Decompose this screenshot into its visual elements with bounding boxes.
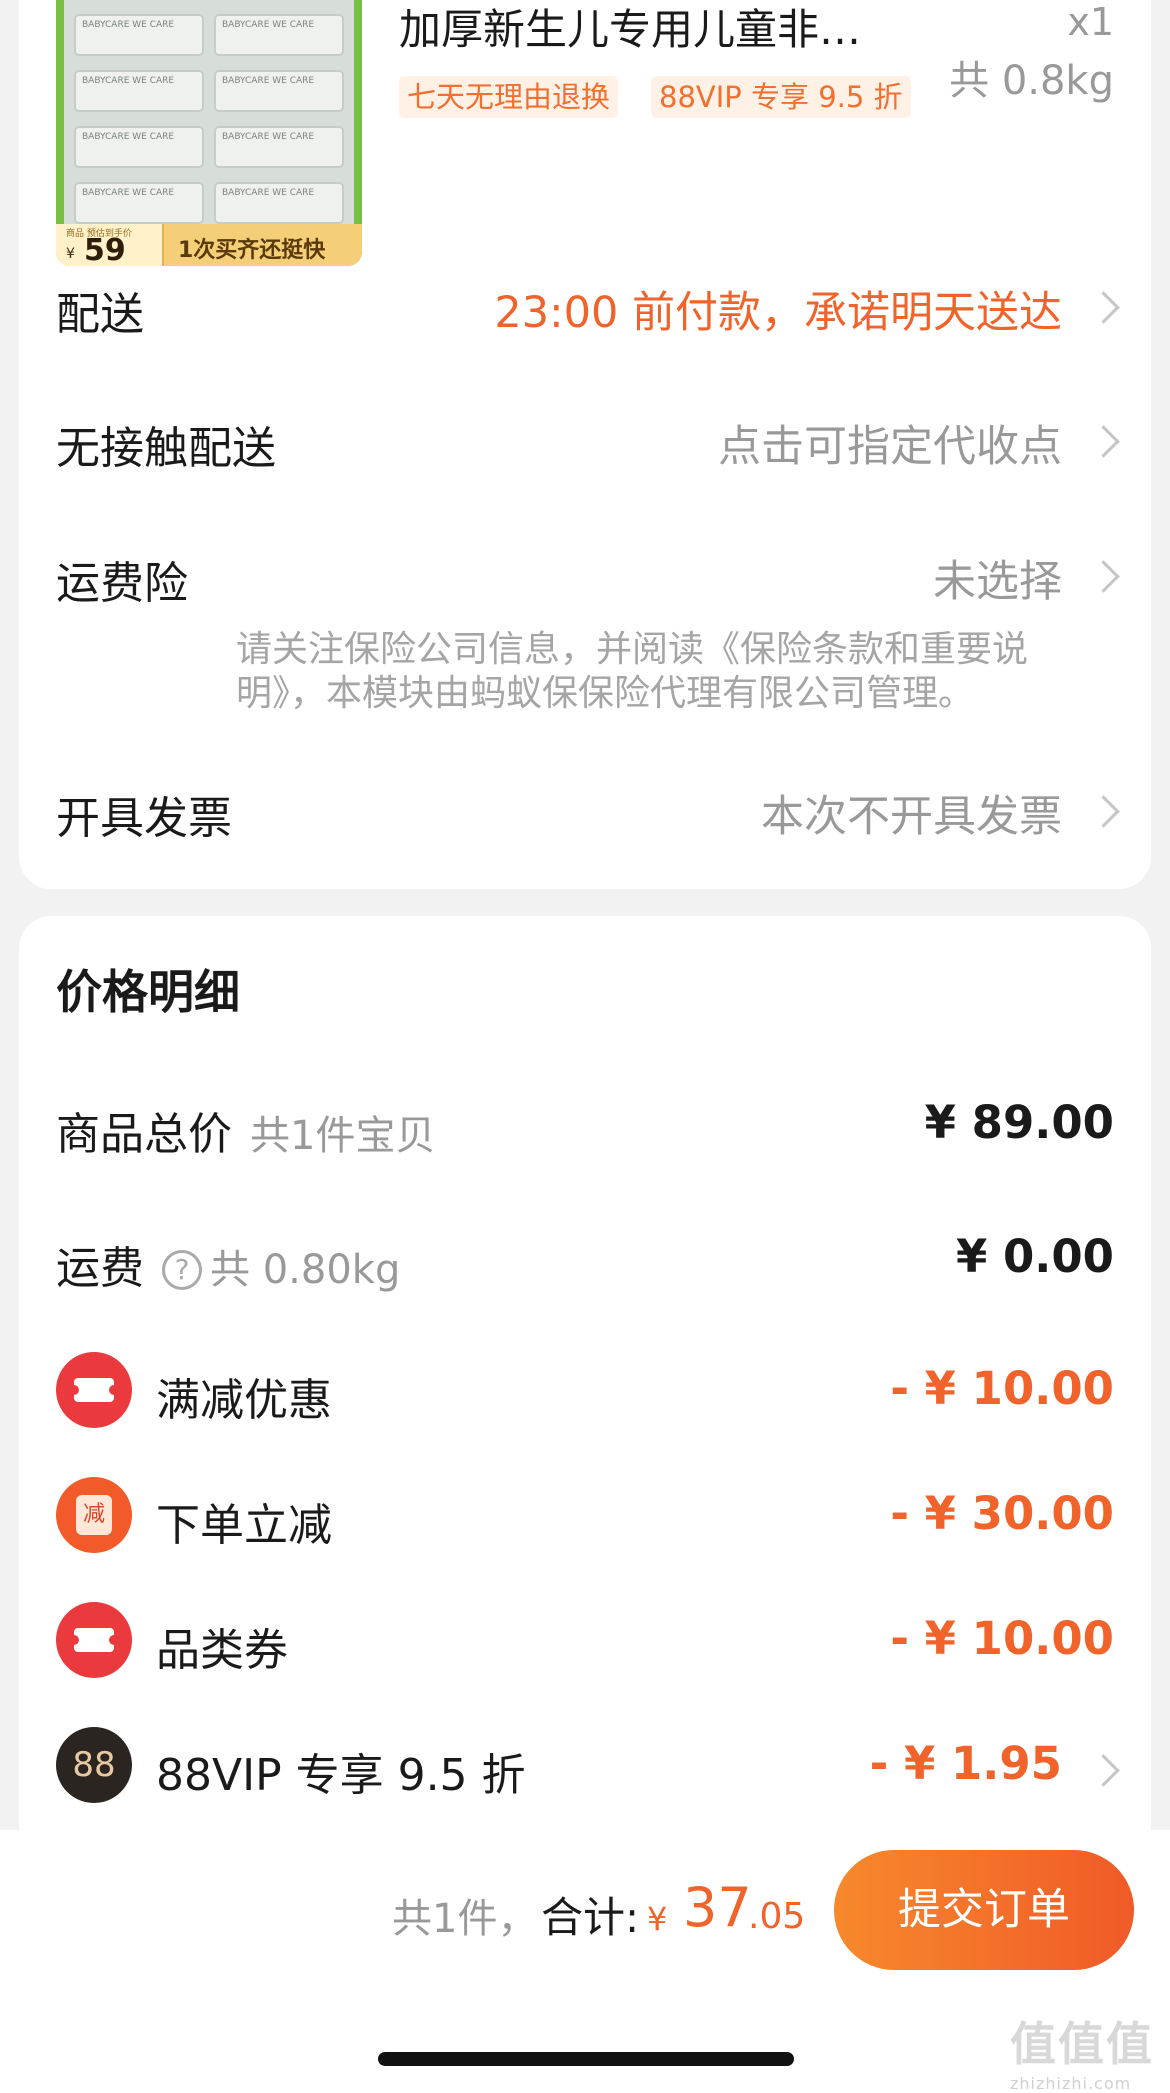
diaper-pack: BABYCARE WE CARE — [74, 126, 204, 168]
invoice-value: 本次不开具发票 — [761, 792, 1062, 842]
help-icon[interactable]: ? — [162, 1250, 202, 1290]
price-detail-card: 价格明细 商品总价 共1件宝贝 ¥ 89.00 运费? 共 0.80kg ¥ 0.0… — [19, 916, 1151, 1916]
diaper-pack: BABYCARE WE CARE — [214, 126, 344, 168]
item-count: 共1件， — [392, 1896, 538, 1942]
price-detail-title: 价格明细 — [56, 965, 240, 1019]
chevron-right-icon — [1092, 288, 1114, 328]
product-weight: 共 0.8kg — [949, 58, 1114, 104]
delivery-row[interactable]: 配送 23:00 前付款，承诺明天送达 — [56, 278, 1114, 340]
88vip-icon-text: 88 — [72, 1745, 116, 1785]
chevron-right-icon — [1092, 557, 1114, 597]
goods-total-label: 商品总价 共1件宝贝 — [56, 1098, 435, 1162]
discount-amount: - ¥ 30.00 — [890, 1487, 1114, 1540]
insurance-note: 请关注保险公司信息，并阅读《保险条款和重要说明》，本模块由蚂蚁保保险代理有限公司… — [236, 629, 1029, 714]
total-currency: ¥ — [647, 1900, 668, 1938]
checkout-bar: 共1件， 合计: ¥ 37 .05 提交订单 值值值 zhizhizhi.com — [0, 1830, 1170, 2093]
discount-label: 88VIP 专享 9.5 折 — [156, 1750, 526, 1801]
shipping-insurance-value: 未选择 — [933, 557, 1062, 607]
submit-order-button[interactable]: 提交订单 — [834, 1850, 1134, 1970]
discount-row: 满减优惠 - ¥ 10.00 — [56, 1352, 1114, 1432]
diaper-pack: BABYCARE WE CARE — [214, 14, 344, 56]
discount-row: 品类券 - ¥ 10.00 — [56, 1602, 1114, 1682]
diaper-pack: BABYCARE WE CARE — [214, 182, 344, 224]
discount-label: 品类券 — [156, 1625, 288, 1676]
invoice-label: 开具发票 — [56, 793, 232, 844]
watermark-logo: 值值值 — [1010, 2017, 1154, 2071]
watermark-url: zhizhizhi.com — [1010, 2074, 1132, 2093]
total-amount-decimal: .05 — [748, 1896, 806, 1937]
ticket-icon — [56, 1352, 132, 1428]
shipping-fee-row: 运费? 共 0.80kg ¥ 0.00 — [56, 1220, 1114, 1300]
discount-amount: - ¥ 10.00 — [890, 1612, 1114, 1665]
shipping-fee-amount: ¥ 0.00 — [955, 1230, 1114, 1283]
contactless-delivery-value: 点击可指定代收点 — [718, 422, 1062, 472]
image-price-yen: ¥ — [66, 246, 75, 262]
discount-label: 下单立减 — [156, 1500, 332, 1551]
contactless-delivery-row[interactable]: 无接触配送 点击可指定代收点 — [56, 412, 1114, 474]
diaper-pack: BABYCARE WE CARE — [74, 14, 204, 56]
product-packs: BABYCARE WE CARE BABYCARE WE CARE BABYCA… — [64, 0, 354, 230]
shipping-weight: 共 0.80kg — [210, 1247, 401, 1293]
chevron-right-icon — [1092, 1751, 1114, 1791]
shipping-insurance-label: 运费险 — [56, 558, 188, 609]
vip-discount-row[interactable]: 88 88VIP 专享 9.5 折 - ¥ 1.95 — [56, 1727, 1114, 1807]
total-label: 合计: — [541, 1893, 640, 1942]
goods-total-row: 商品总价 共1件宝贝 ¥ 89.00 — [56, 1086, 1114, 1166]
diaper-pack: BABYCARE WE CARE — [74, 182, 204, 224]
jian-icon: 减 — [56, 1477, 132, 1553]
discount-row: 减 下单立减 - ¥ 30.00 — [56, 1477, 1114, 1557]
delivery-value: 23:00 前付款，承诺明天送达 — [494, 288, 1062, 338]
image-price: 59 — [84, 233, 126, 266]
image-price-strip: 商品 预估到手价 ¥ 59 1次买齐还挺快 — [56, 224, 362, 266]
invoice-row[interactable]: 开具发票 本次不开具发票 — [56, 782, 1114, 844]
ticket-icon — [56, 1602, 132, 1678]
discount-amount: - ¥ 1.95 — [869, 1737, 1062, 1790]
vip-discount-tag: 88VIP 专享 9.5 折 — [651, 76, 911, 118]
diaper-pack: BABYCARE WE CARE — [74, 70, 204, 112]
shipping-fee-label: 运费? 共 0.80kg — [56, 1232, 400, 1296]
return-policy-tag: 七天无理由退换 — [399, 76, 619, 118]
discount-label: 满减优惠 — [156, 1375, 332, 1426]
ticket-shape — [69, 1628, 119, 1652]
88vip-icon: 88 — [56, 1727, 132, 1803]
image-slogan: 1次买齐还挺快 — [178, 238, 326, 263]
goods-total-label-text: 商品总价 — [56, 1109, 232, 1160]
image-price-box: 商品 预估到手价 ¥ 59 — [56, 224, 164, 266]
ticket-shape — [69, 1378, 119, 1402]
contactless-delivery-label: 无接触配送 — [56, 423, 276, 474]
order-item-card: BABYCARE WE CARE BABYCARE WE CARE BABYCA… — [19, 0, 1151, 889]
chevron-right-icon — [1092, 422, 1114, 462]
product-title[interactable]: 加厚新生儿专用儿童非… — [399, 0, 919, 57]
chevron-right-icon — [1092, 792, 1114, 832]
goods-count: 共1件宝贝 — [250, 1113, 436, 1159]
goods-total-amount: ¥ 89.00 — [924, 1096, 1114, 1149]
jian-icon-text: 减 — [76, 1495, 112, 1535]
watermark: 值值值 zhizhizhi.com — [1010, 2008, 1170, 2093]
total-amount-integer: 37 — [683, 1876, 752, 1939]
product-quantity: x1 — [1067, 0, 1114, 44]
shipping-insurance-row[interactable]: 运费险 未选择 — [56, 547, 1114, 609]
diaper-pack: BABYCARE WE CARE — [214, 70, 344, 112]
home-indicator[interactable] — [378, 2052, 794, 2066]
product-image[interactable]: BABYCARE WE CARE BABYCARE WE CARE BABYCA… — [56, 0, 362, 266]
discount-amount: - ¥ 10.00 — [890, 1362, 1114, 1415]
delivery-label: 配送 — [56, 289, 144, 340]
shipping-fee-label-text: 运费 — [56, 1243, 144, 1294]
